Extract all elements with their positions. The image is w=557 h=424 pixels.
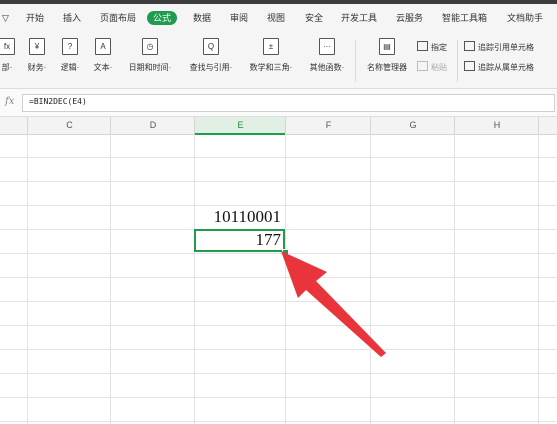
red-arrow-annotation [281,251,386,357]
